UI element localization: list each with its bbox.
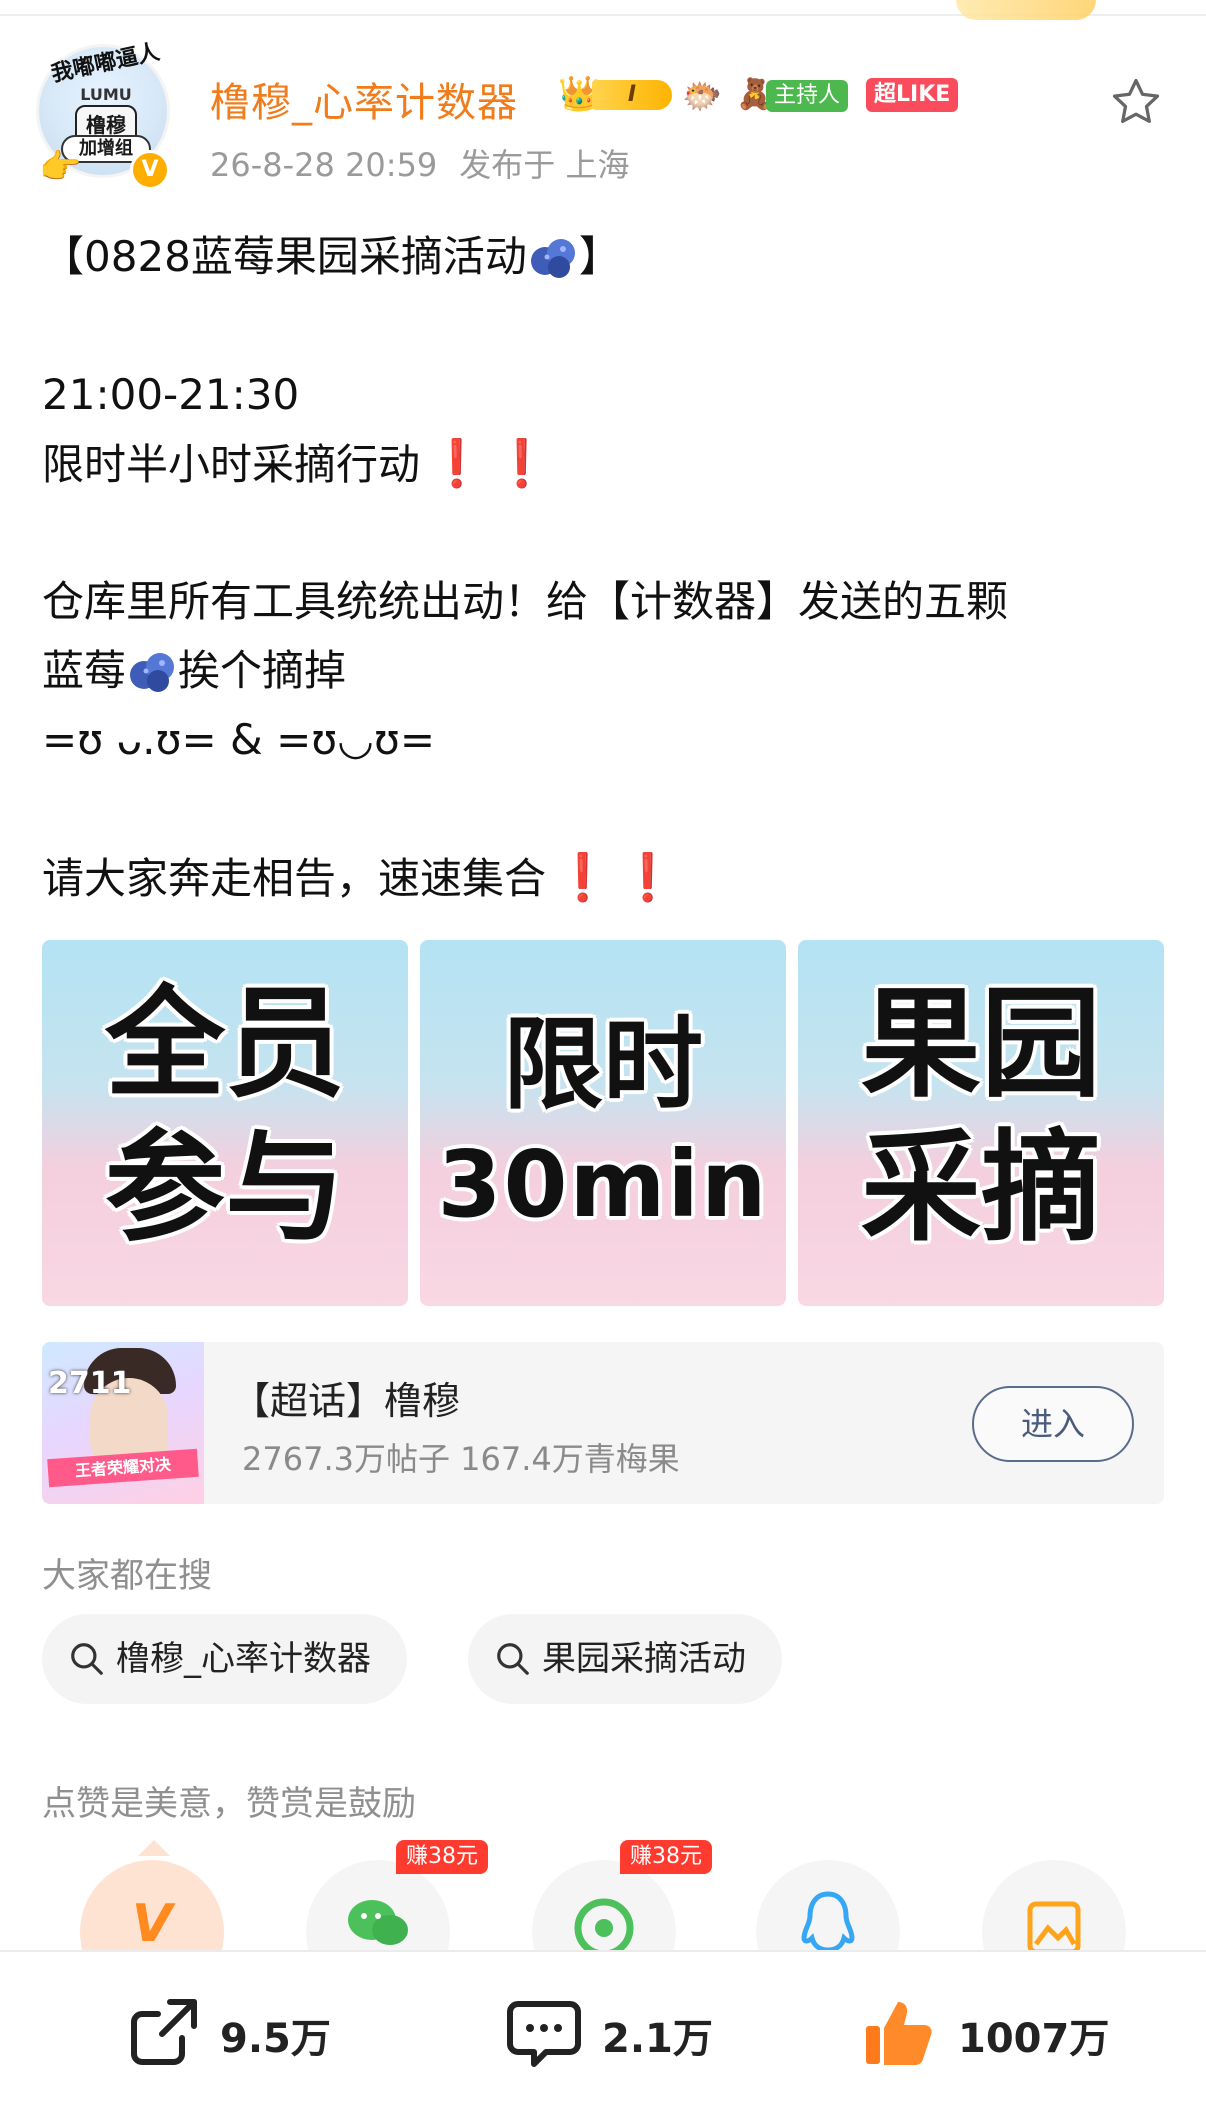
search-chip[interactable]: 橹穆_心率计数器 — [42, 1614, 407, 1704]
star-icon — [1112, 78, 1160, 124]
post-body: 【0828蓝莓果园采摘活动】 21:00-21:30 限时半小时采摘行动 ❗ ❗ 仓… — [42, 222, 1172, 912]
post-time-range: 21:00-21:30 — [42, 370, 300, 419]
like-action[interactable]: 1007万 — [860, 1992, 1120, 2072]
post-title-prefix: 【0828蓝莓果园采摘活动 — [42, 232, 527, 281]
post-timestamp: 26-8-28 20:59 — [210, 146, 438, 184]
avatar-ring-text: 我嘟嘟逼人 — [49, 39, 162, 88]
like-count: 1007万 — [958, 2016, 1110, 2062]
topic-thumbnail: 2711 王者荣耀对决 — [42, 1342, 204, 1504]
comment-count: 2.1万 — [602, 2016, 713, 2062]
post-gather-text: 请大家奔走相告，速速集合 — [42, 854, 547, 903]
enter-topic-button[interactable]: 进入 — [972, 1386, 1134, 1462]
pointing-hand-icon: 👉 — [39, 147, 82, 187]
image-text-line2: 采摘 — [861, 1119, 1101, 1258]
thumbs-up-icon — [866, 2002, 932, 2065]
post-kaomoji: =ʊ ᴗ.ʊ= & =ʊ◡ʊ= — [42, 715, 436, 764]
exclamation-icon: ❗ — [428, 436, 486, 490]
share-row: V 赚38元 赚38元 — [0, 1840, 1206, 2004]
thumbnail-banner: 王者荣耀对决 — [47, 1448, 199, 1488]
image-text-line1: 限时 — [503, 1006, 703, 1123]
username[interactable]: 橹穆_心率计数器 — [210, 70, 518, 128]
post-berries-prefix: 蓝莓 — [42, 646, 127, 695]
comment-action[interactable]: 2.1万 — [504, 1992, 714, 2072]
super-topic-card[interactable]: 2711 王者荣耀对决 【超话】橹穆 2767.3万帖子 167.4万青梅果 进… — [42, 1342, 1164, 1504]
search-heading: 大家都在搜 — [42, 1556, 212, 1596]
selection-pointer — [138, 1840, 170, 1856]
post-image-1[interactable]: 全员 参与 — [42, 940, 408, 1306]
post-meta: 26-8-28 20:59 发布于 上海 — [210, 140, 629, 186]
host-badge-label: 主持人 — [766, 80, 849, 112]
thumbnail-number: 2711 — [48, 1366, 132, 1401]
post-image-grid: 全员 参与 限时 30min 果园 采摘 — [42, 940, 1164, 1306]
earn-tag: 赚38元 — [620, 1840, 712, 1874]
post-image-2[interactable]: 限时 30min — [420, 940, 786, 1306]
earn-tag: 赚38元 — [396, 1840, 488, 1874]
image-icon — [1027, 1901, 1081, 1955]
wechat-icon — [348, 1900, 408, 1945]
share-action[interactable]: 9.5万 — [124, 1992, 334, 2072]
post-line-limited: 限时半小时采摘行动 ❗ ❗ — [42, 429, 1172, 498]
reward-heading: 点赞是美意，赞赏是鼓励 — [42, 1784, 416, 1824]
post-line-tools: 仓库里所有工具统统出动！给【计数器】发送的五颗 — [42, 577, 1009, 626]
post-title-suffix: 】 — [578, 232, 621, 281]
post-title-line: 【0828蓝莓果园采摘活动 】 — [42, 222, 1172, 291]
comment-icon — [507, 2001, 581, 2067]
search-icon — [71, 1643, 103, 1675]
member-level-label: I — [592, 80, 672, 110]
share-icon — [131, 1999, 197, 2065]
image-text-line1: 全员 — [105, 975, 345, 1114]
fish-icon[interactable]: 🐡 — [682, 76, 726, 116]
post-limited-text: 限时半小时采摘行动 — [42, 440, 421, 489]
exclamation-icon: ❗ — [493, 436, 551, 490]
top-decoration — [956, 0, 1096, 20]
post-line-berries: 蓝莓 挨个摘掉 — [42, 636, 1172, 705]
image-text-line2: 30min — [437, 1131, 769, 1238]
image-text-line1: 果园 — [861, 975, 1101, 1114]
favorite-star-button[interactable] — [1108, 74, 1164, 130]
topic-stats: 2767.3万帖子 167.4万青梅果 — [242, 1440, 680, 1478]
search-icon — [497, 1643, 529, 1675]
bottom-action-bar: 9.5万 2.1万 1007万 — [0, 1950, 1206, 2127]
post-detail-page: 我嘟嘟逼人 LUMU 橹穆 加增组 👉 V 橹穆_心率计数器 👑 I 🐡 🧸 主… — [0, 0, 1206, 2127]
image-text-line2: 参与 — [105, 1119, 345, 1258]
post-location: 发布于 上海 — [459, 146, 630, 184]
post-line-gather: 请大家奔走相告，速速集合 ❗ ❗ — [42, 843, 1172, 912]
host-badge[interactable]: 🧸 主持人 — [736, 76, 854, 114]
avatar-label-top: LUMU — [80, 85, 132, 104]
blueberry-icon — [530, 239, 575, 278]
share-count: 9.5万 — [220, 2016, 331, 2062]
reward-v-icon: V — [131, 1894, 173, 1954]
exclamation-icon: ❗ — [619, 850, 677, 904]
topic-title: 【超话】橹穆 — [232, 1379, 461, 1423]
member-level-badge[interactable]: 👑 I — [558, 74, 672, 114]
verified-badge-icon: V — [130, 150, 170, 190]
blueberry-icon — [130, 653, 175, 692]
search-chip[interactable]: 果园采摘活动 — [468, 1614, 782, 1704]
search-chip-label: 橹穆_心率计数器 — [116, 1639, 371, 1679]
super-like-badge[interactable]: 超LIKE — [866, 78, 959, 112]
search-chip-label: 果园采摘活动 — [542, 1639, 746, 1679]
post-image-3[interactable]: 果园 采摘 — [798, 940, 1164, 1306]
post-berries-suffix: 挨个摘掉 — [178, 646, 347, 695]
exclamation-icon: ❗ — [554, 850, 612, 904]
